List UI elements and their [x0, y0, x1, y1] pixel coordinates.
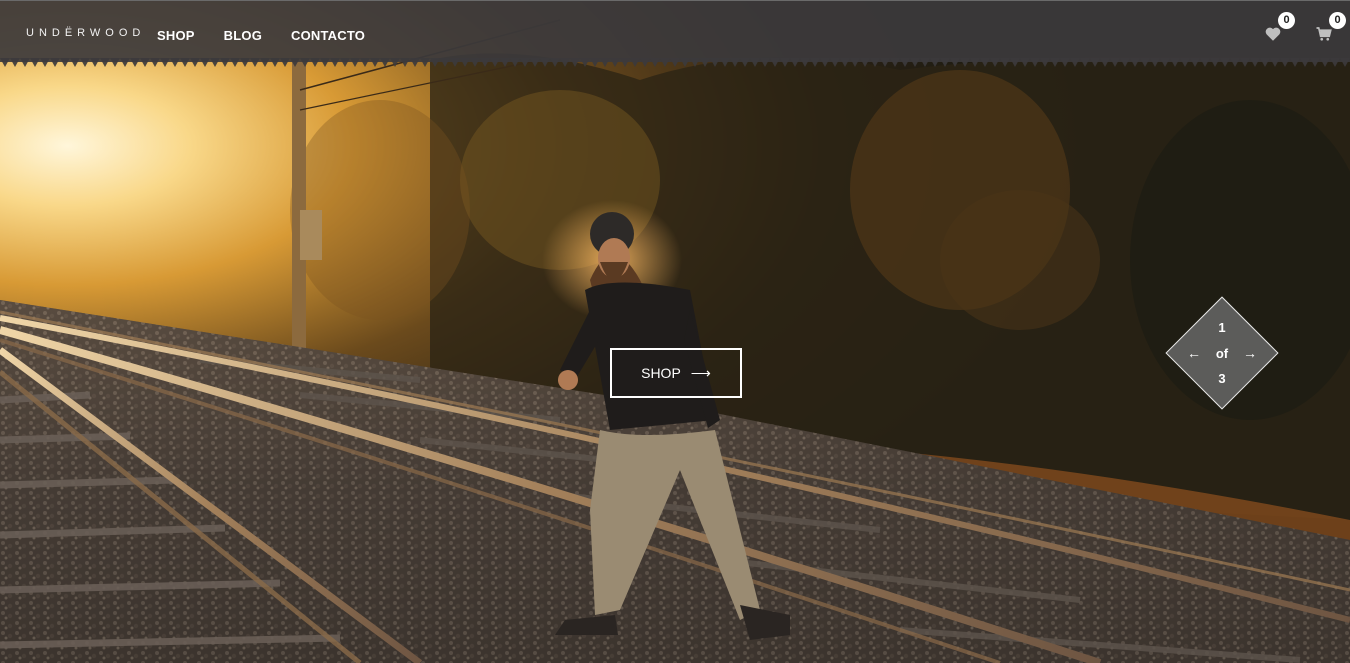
nav-item-contacto[interactable]: CONTACTO: [291, 28, 365, 43]
hero-shop-label: SHOP: [641, 365, 681, 381]
heart-icon: [1265, 27, 1281, 41]
nav-item-shop[interactable]: SHOP: [157, 28, 195, 43]
wishlist-count-badge: 0: [1278, 12, 1295, 29]
next-slide-arrow-icon[interactable]: →: [1243, 345, 1257, 361]
cart-button[interactable]: 0: [1315, 12, 1346, 47]
slide-pager: 1 of 3 ← →: [1165, 296, 1279, 410]
prev-slide-arrow-icon[interactable]: ←: [1187, 345, 1201, 361]
header-zigzag-border: [0, 58, 1350, 67]
hero-background-image: [0, 0, 1350, 663]
hero-shop-button[interactable]: SHOP ⟶: [610, 348, 742, 398]
wishlist-button[interactable]: 0: [1264, 12, 1295, 47]
pager-of: of: [1215, 346, 1229, 361]
cart-icon: [1316, 27, 1332, 41]
arrow-right-icon: ⟶: [690, 364, 711, 381]
hero-banner: [0, 0, 1350, 663]
brand-logo[interactable]: UNDËRWOOD: [26, 27, 145, 39]
pager-current: 1: [1218, 320, 1226, 335]
pager-total: 3: [1218, 371, 1226, 386]
cart-count-badge: 0: [1329, 12, 1346, 29]
main-nav: SHOP BLOG CONTACTO: [157, 28, 394, 43]
nav-item-blog[interactable]: BLOG: [224, 28, 262, 43]
site-header: UNDËRWOOD SHOP BLOG CONTACTO 0 0: [0, 0, 1350, 62]
